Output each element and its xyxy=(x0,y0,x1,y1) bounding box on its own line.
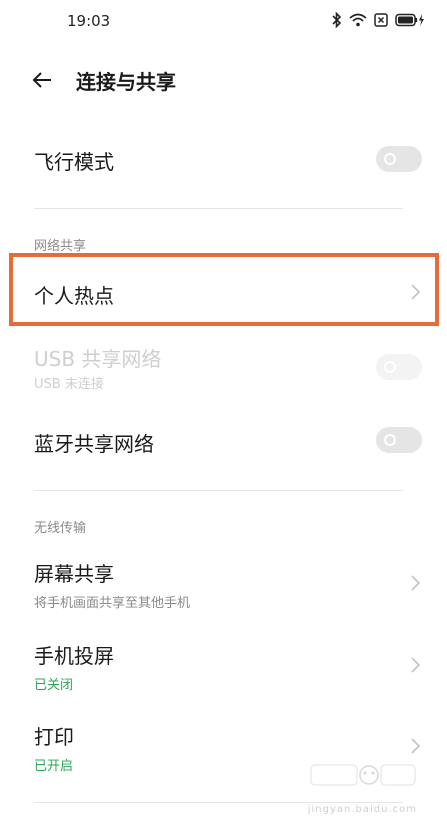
phone-projection-row[interactable]: 手机投屏 已关闭 xyxy=(0,632,447,698)
bluetooth-sharing-label: 蓝牙共享网络 xyxy=(34,432,154,456)
back-arrow-icon[interactable] xyxy=(30,68,54,92)
watermark-text: jingyan.baidu.com xyxy=(307,804,417,815)
chevron-right-icon xyxy=(411,575,421,591)
wifi-icon xyxy=(349,13,367,27)
section-label-wireless-transfer: 无线传输 xyxy=(34,521,87,536)
bluetooth-icon xyxy=(332,12,342,28)
highlight-box xyxy=(9,253,439,326)
status-time: 19:03 xyxy=(67,12,111,30)
screen-share-label: 屏幕共享 xyxy=(34,562,114,586)
bluetooth-sharing-row[interactable]: 蓝牙共享网络 xyxy=(0,410,447,470)
chevron-right-icon xyxy=(411,657,421,673)
header: 连接与共享 xyxy=(0,60,447,100)
phone-projection-label: 手机投屏 xyxy=(34,644,114,668)
airplane-mode-row[interactable]: 飞行模式 xyxy=(0,130,447,190)
toggle-knob xyxy=(384,434,396,446)
screen-share-description: 将手机画面共享至其他手机 xyxy=(34,596,191,611)
page-title: 连接与共享 xyxy=(76,70,176,94)
usb-sharing-status: USB 未连接 xyxy=(34,377,104,392)
divider xyxy=(34,490,403,491)
print-status: 已开启 xyxy=(34,759,74,774)
usb-sharing-label: USB 共享网络 xyxy=(34,347,162,371)
usb-sharing-toggle xyxy=(376,354,422,380)
chevron-right-icon xyxy=(411,738,421,754)
divider xyxy=(34,208,403,209)
phone-projection-status: 已关闭 xyxy=(34,678,74,693)
screen-share-row[interactable]: 屏幕共享 将手机画面共享至其他手机 xyxy=(0,550,447,616)
toggle-knob xyxy=(384,361,396,373)
battery-charging-icon xyxy=(395,13,424,27)
airplane-mode-label: 飞行模式 xyxy=(34,150,114,174)
airplane-mode-toggle[interactable] xyxy=(376,146,422,172)
sim-off-icon xyxy=(374,13,388,27)
print-label: 打印 xyxy=(34,725,74,749)
usb-sharing-row: USB 共享网络 USB 未连接 xyxy=(0,335,447,395)
section-label-network-sharing: 网络共享 xyxy=(34,239,87,254)
baidu-watermark-logo xyxy=(310,764,416,786)
status-icons xyxy=(332,12,425,28)
bluetooth-sharing-toggle[interactable] xyxy=(376,427,422,453)
toggle-knob xyxy=(384,153,396,165)
status-bar: 19:03 xyxy=(0,0,447,44)
